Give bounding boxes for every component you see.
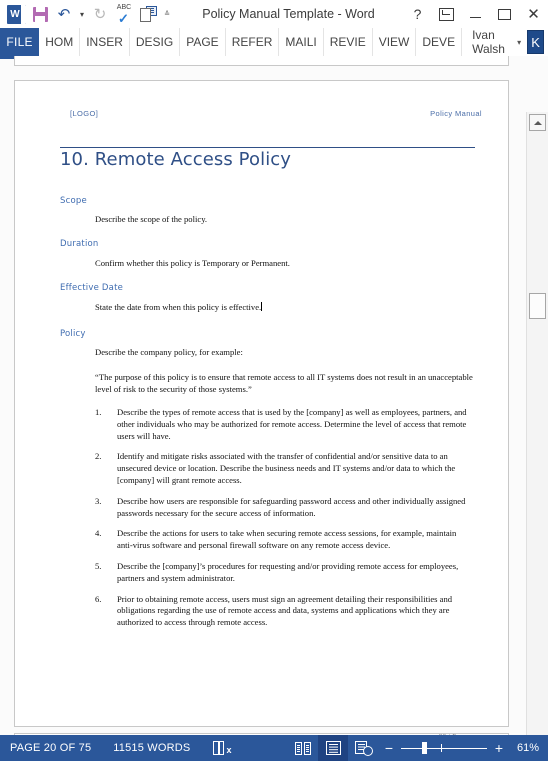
tab-file[interactable]: FILE (0, 28, 40, 56)
list-item-number: 5. (95, 560, 102, 571)
document-page[interactable]: [LOGO] Policy Manual 10. Remote Access P… (14, 80, 509, 735)
section-heading-effective-date: Effective Date (60, 283, 124, 293)
section-heading-duration: Duration (60, 239, 99, 249)
list-item-text: Describe the actions for users to take w… (117, 528, 457, 551)
tab-references[interactable]: REFER (224, 28, 279, 56)
chevron-down-icon[interactable]: ▾ (517, 38, 521, 47)
zoom-slider[interactable] (401, 741, 487, 755)
list-item-text: Describe how users are responsible for s… (117, 495, 466, 518)
list-item: 2. Identify and mitigate risks associate… (95, 451, 473, 486)
list-item: 4. Describe the actions for users to tak… (95, 528, 473, 552)
section-body-duration: Confirm whether this policy is Temporary… (95, 258, 290, 268)
zoom-slider-track (401, 747, 487, 749)
word-logo-icon[interactable]: W (4, 2, 28, 26)
window-title: Policy Manual Template - Word (202, 7, 375, 21)
scrollbar-thumb[interactable] (529, 293, 546, 319)
text-cursor (261, 302, 263, 311)
tab-view[interactable]: VIEW (371, 28, 416, 56)
header-title: Policy Manual (430, 109, 482, 118)
previous-page-sliver (14, 56, 509, 66)
tab-mailings[interactable]: MAILI (278, 28, 322, 56)
header-logo-placeholder: [LOGO] (70, 109, 99, 118)
tab-insert[interactable]: INSER (79, 28, 129, 56)
ribbon-display-options-icon[interactable] (432, 0, 461, 28)
effective-date-text: State the date from when this policy is … (95, 302, 262, 312)
list-item-text: Describe the [company]’s procedures for … (117, 560, 459, 583)
list-item-number: 6. (95, 593, 102, 604)
ribbon-tab-bar: FILE HOM INSER DESIG PAGE REFER MAILI RE… (0, 28, 548, 56)
spelling-grammar-icon[interactable]: ABC ✓ (112, 2, 136, 26)
tab-home[interactable]: HOM (39, 28, 79, 56)
page-status[interactable]: PAGE 20 OF 75 (10, 742, 91, 754)
list-item-number: 1. (95, 407, 102, 417)
tab-developer[interactable]: DEVE (415, 28, 461, 56)
account-name: Ivan Walsh (472, 28, 505, 56)
window-controls: ? ✕ (403, 0, 548, 28)
vertical-scrollbar[interactable] (526, 112, 548, 735)
list-item-number: 4. (95, 528, 102, 539)
section-heading-policy: Policy (60, 329, 86, 339)
list-item-text: Identify and mitigate risks associated w… (117, 451, 456, 485)
tab-review[interactable]: REVIE (322, 28, 372, 56)
zoom-level[interactable]: 61% (513, 742, 539, 754)
list-item-text: Describe the types of remote access that… (117, 407, 467, 441)
status-bar: PAGE 20 OF 75 11515 WORDS x − + 61% (0, 735, 548, 761)
scroll-up-button[interactable] (529, 114, 546, 131)
page-scroll-area: [LOGO] Policy Manual 10. Remote Access P… (0, 56, 527, 735)
maximize-button[interactable] (490, 0, 519, 28)
tab-design[interactable]: DESIG (128, 28, 179, 56)
undo-dropdown-icon[interactable]: ▾ (76, 2, 88, 26)
title-rule (60, 147, 475, 148)
zoom-slider-midtick (441, 744, 443, 752)
section-heading-scope: Scope (60, 196, 87, 206)
close-button[interactable]: ✕ (519, 0, 548, 28)
list-item-number: 2. (95, 451, 102, 462)
tab-page-layout[interactable]: PAGE (179, 28, 224, 56)
touch-mouse-mode-icon[interactable] (136, 2, 160, 26)
quick-access-toolbar: W ↶ ▾ ↻ ABC ✓ ≙ (0, 0, 174, 28)
help-icon[interactable]: ? (403, 0, 432, 28)
list-item: 5. Describe the [company]’s procedures f… (95, 561, 473, 585)
word-application-window: W ↶ ▾ ↻ ABC ✓ ≙ Policy Manual Template -… (0, 0, 548, 761)
list-item-text: Prior to obtaining remote access, users … (117, 593, 453, 628)
section-body-policy: Describe the company policy, for example… (95, 347, 243, 357)
word-count[interactable]: 11515 WORDS (113, 742, 190, 754)
list-item: 1. Describe the types of remote access t… (95, 407, 473, 442)
avatar[interactable]: K (527, 30, 544, 54)
policy-list: 1. Describe the types of remote access t… (95, 407, 473, 638)
zoom-slider-knob[interactable] (422, 742, 427, 754)
redo-icon[interactable]: ↻ (88, 2, 112, 26)
customize-qat-icon[interactable]: ≙ (160, 2, 174, 26)
list-item: 6. Prior to obtaining remote access, use… (95, 594, 473, 629)
title-bar: W ↶ ▾ ↻ ABC ✓ ≙ Policy Manual Template -… (0, 0, 548, 28)
document-header: [LOGO] Policy Manual (70, 109, 482, 118)
page-title: 10. Remote Access Policy (60, 149, 292, 170)
view-buttons (288, 735, 378, 761)
minimize-button[interactable] (461, 0, 490, 28)
ribbon-tabs: HOM INSER DESIG PAGE REFER MAILI REVIE V… (39, 28, 461, 56)
read-mode-button[interactable] (288, 735, 318, 761)
zoom-in-button[interactable]: + (492, 741, 506, 755)
account-area[interactable]: Ivan Walsh ▾ K (461, 28, 548, 56)
section-body-effective-date: State the date from when this policy is … (95, 302, 470, 314)
zoom-out-button[interactable]: − (382, 741, 396, 755)
save-icon[interactable] (28, 2, 52, 26)
list-item: 3. Describe how users are responsible fo… (95, 496, 473, 520)
web-layout-button[interactable] (348, 735, 378, 761)
print-layout-button[interactable] (318, 735, 349, 761)
document-workspace: [LOGO] Policy Manual 10. Remote Access P… (0, 56, 548, 735)
section-body-scope: Describe the scope of the policy. (95, 214, 208, 224)
zoom-controls: − + 61% (382, 741, 548, 755)
policy-quote: “The purpose of this policy is to ensure… (95, 372, 473, 394)
undo-icon[interactable]: ↶ (52, 2, 76, 26)
list-item-number: 3. (95, 495, 102, 506)
proofing-errors-icon[interactable]: x (213, 741, 231, 755)
